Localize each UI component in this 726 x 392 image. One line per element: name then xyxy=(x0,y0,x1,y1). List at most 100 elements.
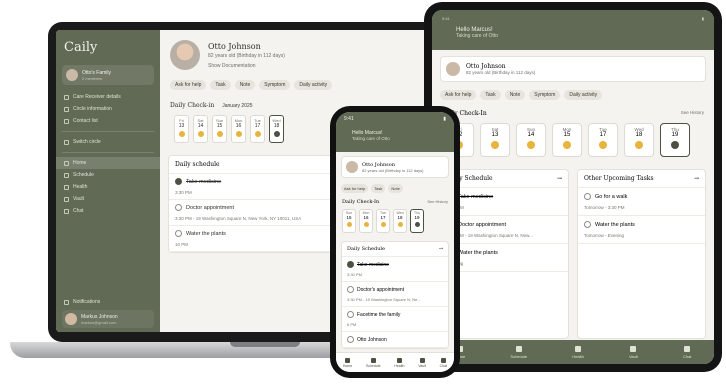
profile-photo xyxy=(346,161,358,173)
bell-icon xyxy=(64,299,69,305)
day-card[interactable]: Sun 15 xyxy=(212,115,227,143)
day-card[interactable]: Sun 15 xyxy=(342,209,356,233)
sidebar-item-schedule[interactable]: Schedule xyxy=(56,169,160,181)
add-icon xyxy=(414,222,420,227)
vault-icon xyxy=(419,357,425,363)
day-card[interactable]: Mon 15 xyxy=(552,123,582,157)
phone-screen: 9:41 ▮ Hello Marcus! Taking care of Otto … xyxy=(336,112,454,372)
schedule-item[interactable]: Otto Johnson xyxy=(342,332,448,348)
ask-for-help-button[interactable]: Ask for help xyxy=(341,184,369,193)
user-profile-card[interactable]: Markus Johnson markus@gmail.com xyxy=(62,310,154,328)
checkbox-icon[interactable] xyxy=(175,230,182,237)
checkbox-icon[interactable] xyxy=(347,286,354,293)
day-card-selected[interactable]: Thu 19 xyxy=(410,209,424,233)
mood-icon xyxy=(380,222,386,227)
profile-card[interactable]: Otto Johnson 82 years old (Birthday in 1… xyxy=(341,156,449,178)
calendar-icon xyxy=(515,345,522,352)
check-icon[interactable] xyxy=(175,178,182,185)
symptom-button[interactable]: Symptom xyxy=(529,90,561,100)
see-history-link[interactable]: See History xyxy=(681,110,704,117)
checkbox-icon[interactable] xyxy=(584,193,591,200)
sidebar-item-home[interactable]: Home xyxy=(56,157,160,169)
task-item[interactable]: Water the plants Tomorrow - Evening xyxy=(578,216,705,244)
ask-for-help-button[interactable]: Ask for help xyxy=(440,90,477,100)
checkbox-icon[interactable] xyxy=(175,204,182,211)
day-card[interactable]: Wed 18 xyxy=(393,209,407,233)
sidebar-item-chat[interactable]: Chat xyxy=(56,205,160,217)
day-card[interactable]: Sat 13 xyxy=(480,123,510,157)
sidebar-item-vault[interactable]: Vault xyxy=(56,193,160,205)
calendar-icon xyxy=(370,357,376,363)
nav-health[interactable]: Health xyxy=(394,357,404,368)
daily-activity-button[interactable]: Daily activity xyxy=(294,80,333,90)
nav-vault[interactable]: Vault xyxy=(629,345,638,359)
daily-activity-button[interactable]: Daily activity xyxy=(564,90,603,100)
schedule-item[interactable]: Doctor's appointment 3:30 PM - 19 Washing… xyxy=(342,282,448,307)
sidebar-item-switch-circle[interactable]: Switch circle xyxy=(56,136,160,148)
day-card[interactable]: Fri 13 xyxy=(174,115,189,143)
symptom-button[interactable]: Symptom xyxy=(259,80,291,90)
schedule-item[interactable]: Doctor appointment 3:30 PM - 19 Washingto… xyxy=(441,216,568,244)
arrow-right-icon[interactable]: → xyxy=(557,175,562,182)
profile-card[interactable]: Otto Johnson 82 years old (Birthday in 1… xyxy=(440,56,706,82)
vault-icon xyxy=(630,345,637,352)
note-button[interactable]: Note xyxy=(234,80,256,90)
month-selector[interactable]: January 2025 xyxy=(222,103,252,109)
mood-icon xyxy=(216,131,223,137)
sidebar-item-notifications[interactable]: Notifications xyxy=(56,296,160,308)
schedule-item[interactable]: Take medicine3:30 PM xyxy=(342,257,448,282)
note-button[interactable]: Note xyxy=(504,90,526,100)
day-card-selected[interactable]: Thu 19 xyxy=(660,123,690,157)
day-card[interactable]: Sun 14 xyxy=(516,123,546,157)
nav-schedule[interactable]: Schedule xyxy=(510,345,527,359)
nav-vault[interactable]: Vault xyxy=(418,357,426,368)
checkbox-icon[interactable] xyxy=(347,311,354,318)
day-card[interactable]: Wed 18 xyxy=(624,123,654,157)
task-item[interactable]: Go for a walk Tomorrow - 3:30 PM xyxy=(578,188,705,216)
task-button[interactable]: Task xyxy=(371,184,386,193)
day-card[interactable]: Tue 17 xyxy=(376,209,390,233)
switch-icon xyxy=(64,139,69,145)
arrow-right-icon[interactable]: → xyxy=(439,246,443,252)
schedule-item[interactable]: Water the plantsEvening xyxy=(441,244,568,272)
schedule-title: Daily Schedule xyxy=(347,246,385,252)
calendar-icon xyxy=(64,172,69,178)
schedule-item[interactable]: Facetime the family 6 PM xyxy=(342,307,448,332)
sidebar-item-health[interactable]: Health xyxy=(56,181,160,193)
task-button[interactable]: Task xyxy=(480,90,501,100)
device-mockup: Caily Otto's Family 2 members Care Recei… xyxy=(0,0,726,392)
nav-schedule[interactable]: Schedule xyxy=(366,357,381,368)
day-card[interactable]: Tue 17 xyxy=(250,115,265,143)
info-icon xyxy=(64,106,69,112)
sidebar-item-circle-info[interactable]: Circle information xyxy=(56,103,160,115)
sidebar-item-contacts[interactable]: Contact list xyxy=(56,115,160,127)
brand-logo: Caily xyxy=(64,40,98,55)
day-card[interactable]: Sat 14 xyxy=(193,115,208,143)
see-history-link[interactable]: See History xyxy=(427,199,448,205)
bottom-nav: Home Schedule Health Vault Chat xyxy=(336,352,454,372)
task-button[interactable]: Task xyxy=(210,80,231,90)
note-button[interactable]: Note xyxy=(388,184,403,193)
day-card[interactable]: Tue 17 xyxy=(588,123,618,157)
show-documentation-link[interactable]: Show Documentation xyxy=(208,63,285,69)
nav-chat[interactable]: Chat xyxy=(440,357,447,368)
check-icon[interactable] xyxy=(347,261,354,268)
arrow-right-icon[interactable]: → xyxy=(694,175,699,182)
ask-for-help-button[interactable]: Ask for help xyxy=(170,80,207,90)
schedule-card: Daily Schedule → Take medicine3:30 PM Doc… xyxy=(341,241,449,349)
nav-health[interactable]: Health xyxy=(572,345,584,359)
family-switcher[interactable]: Otto's Family 2 members xyxy=(62,65,154,85)
nav-home[interactable]: Home xyxy=(343,357,352,368)
day-card[interactable]: Mon 16 xyxy=(231,115,246,143)
profile-age: 82 years old (Birthday in 112 days) xyxy=(362,167,424,173)
divider xyxy=(62,152,154,153)
chat-icon xyxy=(684,345,691,352)
sidebar-item-care-receiver[interactable]: Care Receiver details xyxy=(56,91,160,103)
day-card-selected[interactable]: Wed 18 xyxy=(269,115,284,143)
checkbox-icon[interactable] xyxy=(347,336,354,343)
phone-header: 9:41 ▮ Hello Marcus! Taking care of Otto xyxy=(336,112,454,152)
day-card[interactable]: Mon 16 xyxy=(359,209,373,233)
schedule-item[interactable]: Take medicine3:30 PM xyxy=(441,188,568,216)
nav-chat[interactable]: Chat xyxy=(683,345,691,359)
checkbox-icon[interactable] xyxy=(584,221,591,228)
